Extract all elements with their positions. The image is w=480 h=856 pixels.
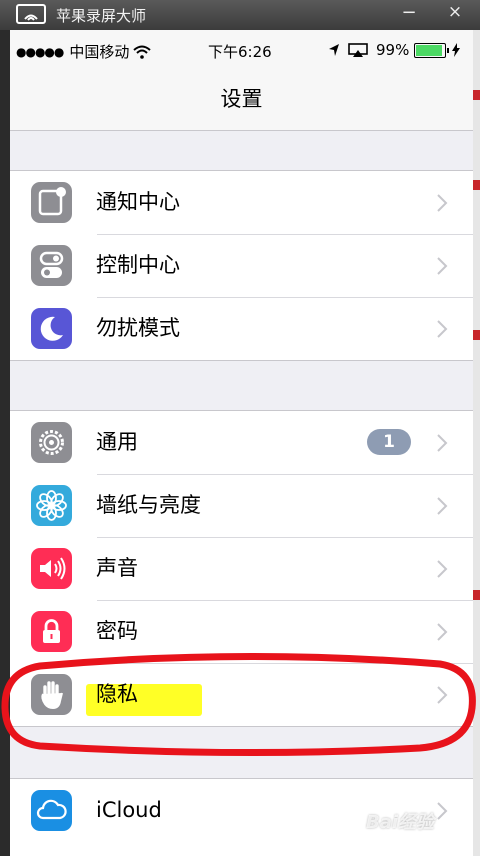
moon-icon <box>31 308 72 349</box>
status-bar: ●●●●● 中国移动 下午6:26 99% <box>10 30 473 68</box>
background-window-edge <box>473 30 480 856</box>
speaker-icon <box>31 548 72 589</box>
charging-bolt-icon <box>452 43 461 57</box>
control-center-icon <box>31 245 72 286</box>
screen-mirror-icon <box>16 4 46 24</box>
icloud-icon <box>31 790 72 831</box>
gear-icon <box>31 422 72 463</box>
update-count-badge: 1 <box>367 429 411 455</box>
window-title: 苹果录屏大师 <box>56 6 147 25</box>
page-title: 设置 <box>10 68 473 131</box>
chevron-right-icon <box>437 497 448 515</box>
airplay-icon <box>348 43 368 57</box>
settings-row-wallpaper-brightness[interactable]: 墙纸与亮度 <box>10 474 473 537</box>
settings-group-2: 通用 1 墙纸与亮度 声音 密码 隐私 <box>10 410 473 727</box>
battery-percent: 99% <box>376 41 410 59</box>
minimize-button[interactable]: − <box>394 0 424 30</box>
phone-screen: ●●●●● 中国移动 下午6:26 99% 设置 通知中心 控制中心 勿扰模式 … <box>10 30 473 856</box>
lock-icon <box>31 611 72 652</box>
chevron-right-icon <box>437 686 448 704</box>
chevron-right-icon <box>437 623 448 641</box>
baidu-watermark: Bai经验 <box>366 812 435 833</box>
chevron-right-icon <box>437 320 448 338</box>
settings-row-passcode[interactable]: 密码 <box>10 600 473 663</box>
row-label: 声音 <box>96 556 138 580</box>
hand-icon <box>31 674 72 715</box>
location-arrow-icon <box>329 44 339 56</box>
settings-row-sounds[interactable]: 声音 <box>10 537 473 600</box>
settings-row-general[interactable]: 通用 1 <box>10 411 473 474</box>
recorder-title-bar: 苹果录屏大师 − × <box>0 0 480 30</box>
chevron-right-icon <box>437 257 448 275</box>
close-button[interactable]: × <box>440 0 470 30</box>
chevron-right-icon <box>437 434 448 452</box>
chevron-right-icon <box>437 802 448 820</box>
row-label: 通知中心 <box>96 190 180 214</box>
settings-row-do-not-disturb[interactable]: 勿扰模式 <box>10 297 473 360</box>
settings-row-notification-center[interactable]: 通知中心 <box>10 171 473 234</box>
chevron-right-icon <box>437 560 448 578</box>
row-label: 密码 <box>96 619 138 643</box>
row-label: 控制中心 <box>96 253 180 277</box>
carrier-name: 中国移动 <box>69 43 130 61</box>
row-label: 勿扰模式 <box>96 316 180 340</box>
wifi-icon <box>133 45 152 59</box>
settings-row-control-center[interactable]: 控制中心 <box>10 234 473 297</box>
row-label: 通用 <box>96 430 138 454</box>
notification-center-icon <box>31 182 72 223</box>
wallpaper-flower-icon <box>31 485 72 526</box>
row-label: iCloud <box>96 798 162 822</box>
signal-strength: ●●●●● <box>16 44 64 59</box>
status-time: 下午6:26 <box>208 43 272 61</box>
row-label: 隐私 <box>96 682 138 706</box>
battery-icon <box>414 42 450 58</box>
chevron-right-icon <box>437 194 448 212</box>
row-label: 墙纸与亮度 <box>96 493 201 517</box>
settings-group-1: 通知中心 控制中心 勿扰模式 <box>10 170 473 361</box>
settings-row-privacy[interactable]: 隐私 <box>10 663 473 726</box>
